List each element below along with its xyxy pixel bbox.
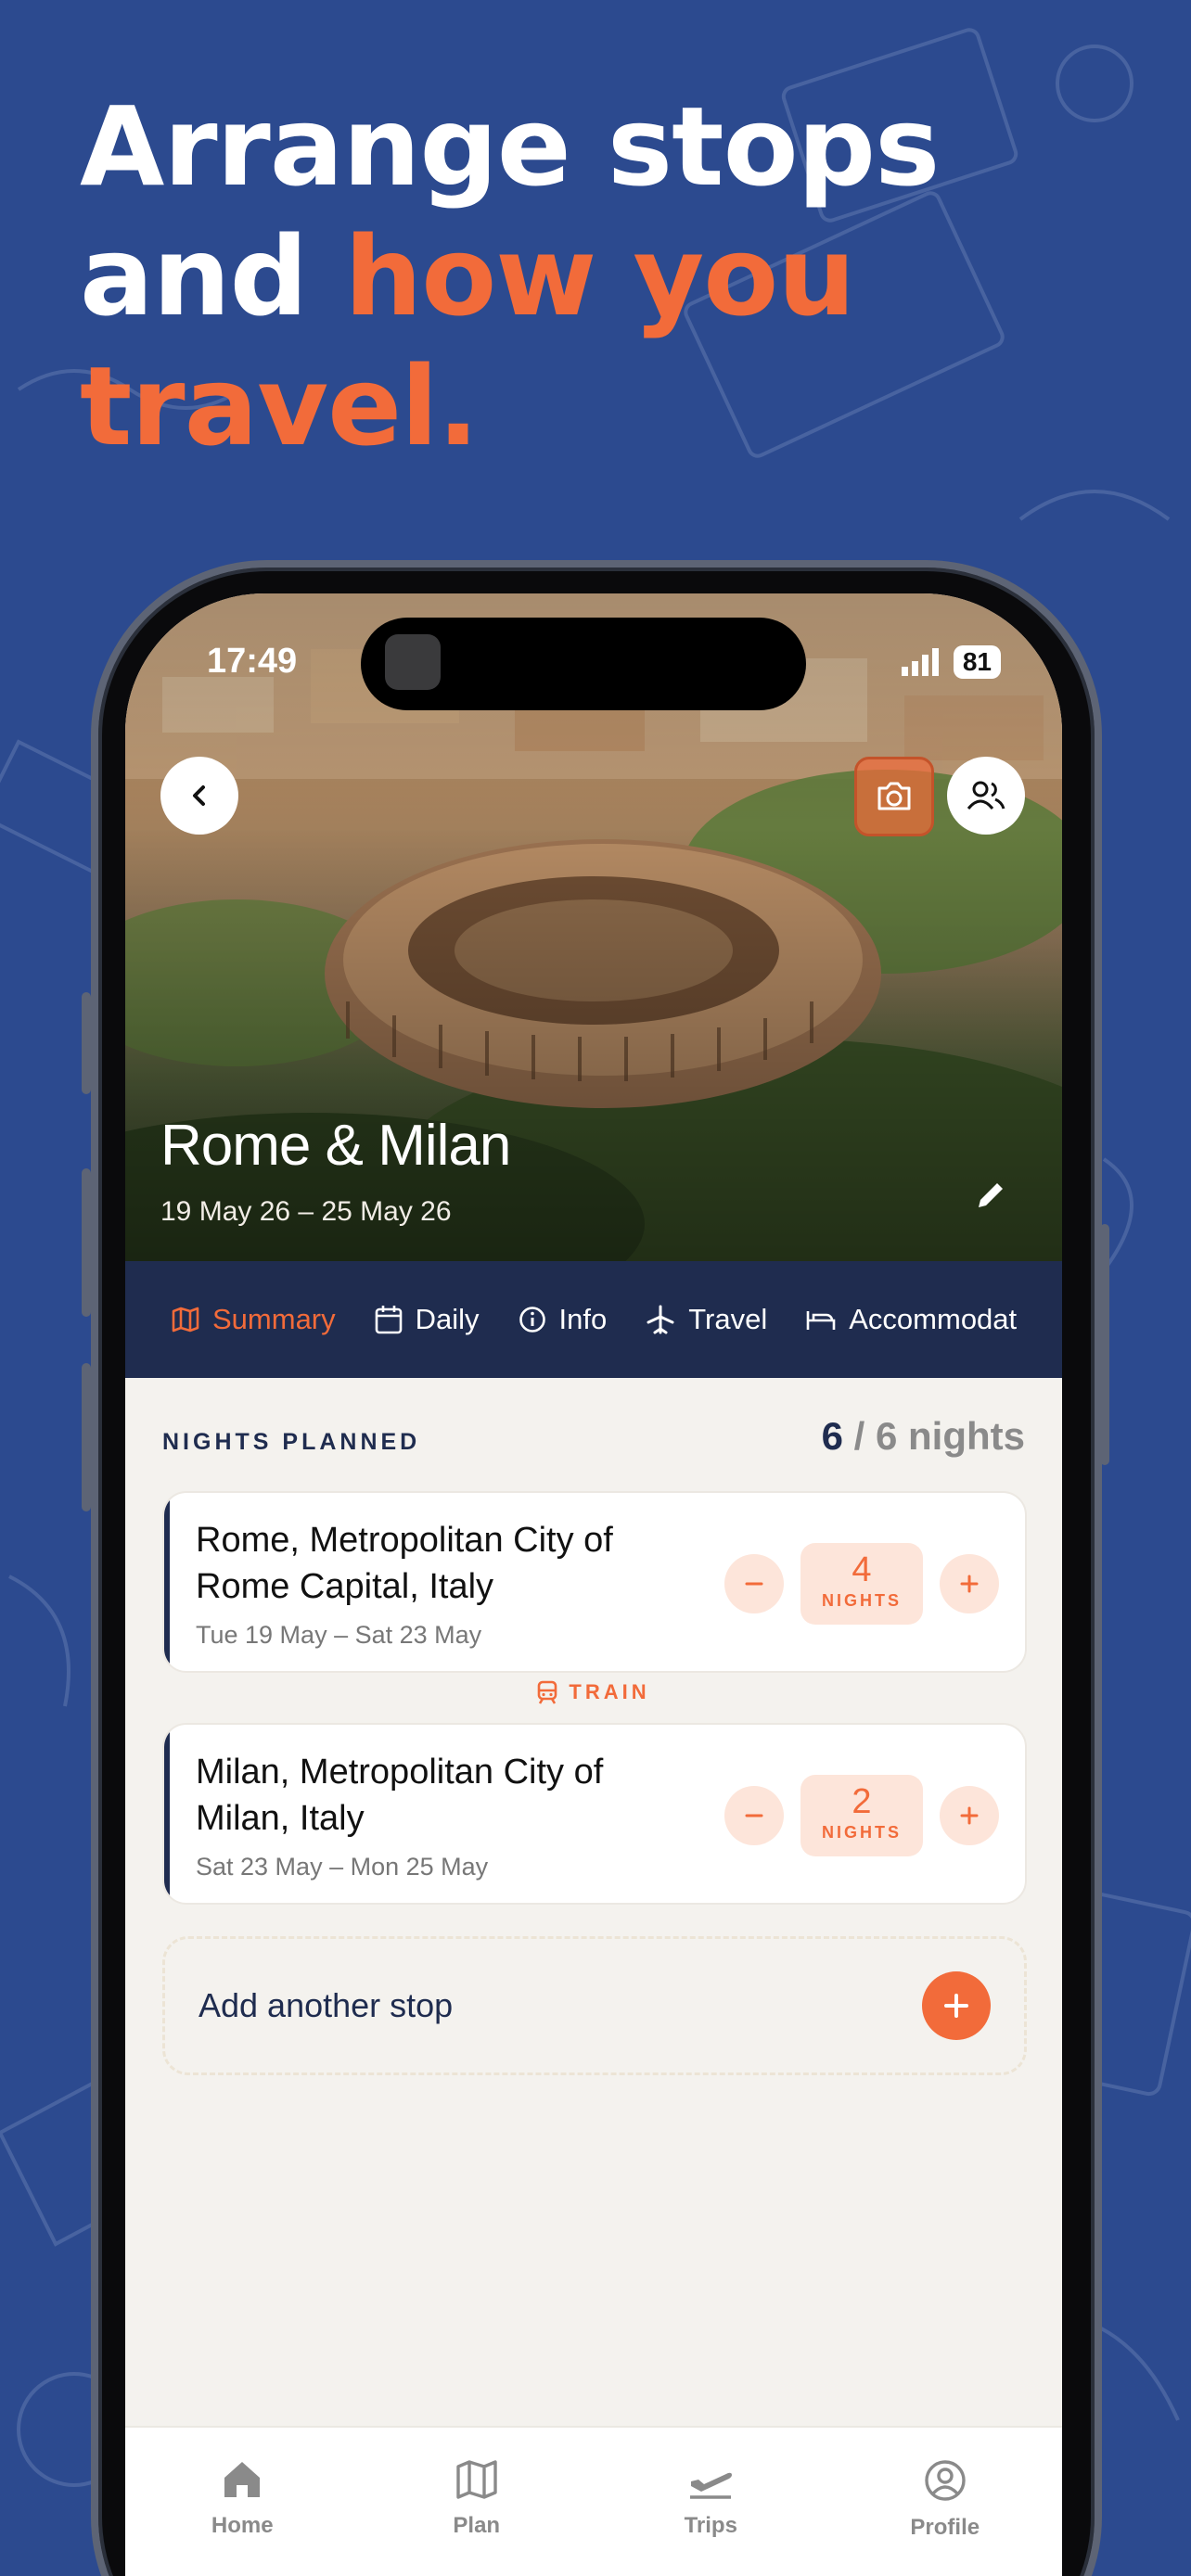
nav-home[interactable]: Home: [149, 2459, 335, 2576]
transport-connector[interactable]: TRAIN: [125, 1680, 1062, 1704]
headline-line-1: Arrange stops: [80, 83, 940, 210]
nights-planned-value: 6: [821, 1414, 843, 1458]
trip-title: Rome & Milan: [160, 1114, 511, 1178]
users-icon: [967, 781, 1005, 810]
phone-screen: 17:49 81 Rome & Milan 19 May 26 – 25 May…: [125, 593, 1062, 2576]
tab-accommodation-label: Accommodat: [849, 1303, 1018, 1335]
share-travellers-button[interactable]: [947, 757, 1025, 835]
battery-level: 81: [953, 645, 1001, 679]
nights-counter: 2 NIGHTS: [800, 1775, 923, 1856]
hero-image: 17:49 81 Rome & Milan 19 May 26 – 25 May…: [125, 593, 1062, 1261]
info-icon: [519, 1307, 545, 1333]
status-time: 17:49: [207, 642, 298, 681]
headline-line-2: and how you: [80, 211, 1100, 341]
home-icon: [224, 2462, 261, 2497]
nav-home-label: Home: [211, 2513, 274, 2538]
phone-side-button-left-1: [82, 992, 91, 1094]
chevron-left-icon: [193, 785, 205, 806]
phone-side-button-right: [1100, 1224, 1109, 1465]
nights-unit-label: NIGHTS: [821, 1823, 902, 1842]
status-right: 81: [901, 645, 1001, 679]
decrease-nights-button[interactable]: [724, 1554, 784, 1613]
phone-side-button-left-3: [82, 1363, 91, 1511]
nav-trips[interactable]: Trips: [618, 2459, 803, 2576]
decrease-nights-button[interactable]: [724, 1786, 784, 1845]
back-button[interactable]: [160, 757, 238, 835]
tab-daily[interactable]: Daily: [375, 1303, 480, 1336]
phone-side-button-left-2: [82, 1168, 91, 1317]
map-icon: [456, 2460, 497, 2499]
camera-icon: [877, 782, 911, 810]
stop-name: Rome, Metropolitan City of Rome Capital,…: [196, 1521, 613, 1606]
tab-summary-label: Summary: [212, 1303, 336, 1335]
tab-travel-label: Travel: [688, 1303, 768, 1335]
add-stop-label: Add another stop: [198, 1986, 454, 2024]
pencil-icon: [979, 1183, 1003, 1207]
cellular-signal-icon: [901, 648, 939, 676]
transport-mode-label: TRAIN: [569, 1680, 650, 1703]
tab-accommodation[interactable]: Accommodat: [806, 1303, 1017, 1336]
headline-line-2-plain: and: [80, 212, 345, 340]
headline-line-2-accent: how you: [344, 212, 855, 340]
promo-headline: Arrange stops and how you travel.: [80, 82, 1100, 471]
nights-value: 4: [852, 1550, 872, 1589]
tab-info-label: Info: [558, 1303, 608, 1335]
tab-info[interactable]: Info: [519, 1303, 608, 1336]
nights-planned-count: 6 / 6 nights: [822, 1414, 1025, 1459]
stop-name: Milan, Metropolitan City of Milan, Italy: [196, 1753, 604, 1838]
island-app-icon: [385, 634, 441, 690]
minus-icon: [745, 1582, 763, 1586]
nights-planned-label: NIGHTS PLANNED: [162, 1429, 421, 1455]
tab-travel[interactable]: Travel: [646, 1303, 767, 1336]
nav-plan[interactable]: Plan: [384, 2459, 570, 2576]
minus-icon: [745, 1814, 763, 1817]
headline-line-3: travel.: [80, 342, 479, 470]
plus-icon: [960, 1575, 979, 1593]
stop-card[interactable]: Rome, Metropolitan City of Rome Capital,…: [162, 1491, 1027, 1673]
bottom-navigation: Home Plan Trips Profile: [125, 2426, 1062, 2576]
change-photo-button[interactable]: [854, 757, 934, 836]
increase-nights-button[interactable]: [940, 1786, 999, 1845]
nav-plan-label: Plan: [453, 2513, 501, 2538]
stop-card[interactable]: Milan, Metropolitan City of Milan, Italy…: [162, 1723, 1027, 1905]
map-icon: [172, 1307, 199, 1333]
nav-profile[interactable]: Profile: [852, 2459, 1038, 2576]
tab-summary[interactable]: Summary: [172, 1303, 336, 1336]
trip-tabs: Summary Daily Info Travel Accommodat: [125, 1261, 1062, 1378]
nights-total: / 6 nights: [842, 1414, 1025, 1458]
edit-trip-button[interactable]: [971, 1178, 1008, 1219]
plus-icon: [960, 1806, 979, 1825]
nights-planned-row: NIGHTS PLANNED 6 / 6 nights: [162, 1414, 1025, 1459]
stop-dates: Tue 19 May – Sat 23 May: [196, 1621, 482, 1649]
plane-departure-icon: [690, 2472, 733, 2499]
nights-value: 2: [852, 1782, 872, 1821]
trip-dates: 19 May 26 – 25 May 26: [160, 1196, 452, 1227]
plus-icon: [944, 1994, 968, 2018]
increase-nights-button[interactable]: [940, 1554, 999, 1613]
nights-counter: 4 NIGHTS: [800, 1543, 923, 1625]
add-stop-button[interactable]: Add another stop: [162, 1936, 1027, 2075]
user-circle-icon: [925, 2460, 966, 2501]
plane-icon: [647, 1305, 674, 1334]
nights-unit-label: NIGHTS: [821, 1591, 902, 1610]
nav-profile-label: Profile: [910, 2515, 980, 2540]
nav-trips-label: Trips: [684, 2513, 737, 2538]
stop-dates: Sat 23 May – Mon 25 May: [196, 1853, 489, 1881]
bed-icon: [806, 1311, 836, 1330]
train-icon: [538, 1680, 557, 1704]
calendar-icon: [375, 1306, 402, 1334]
tab-daily-label: Daily: [415, 1303, 480, 1335]
add-stop-plus-button[interactable]: [922, 1971, 991, 2040]
